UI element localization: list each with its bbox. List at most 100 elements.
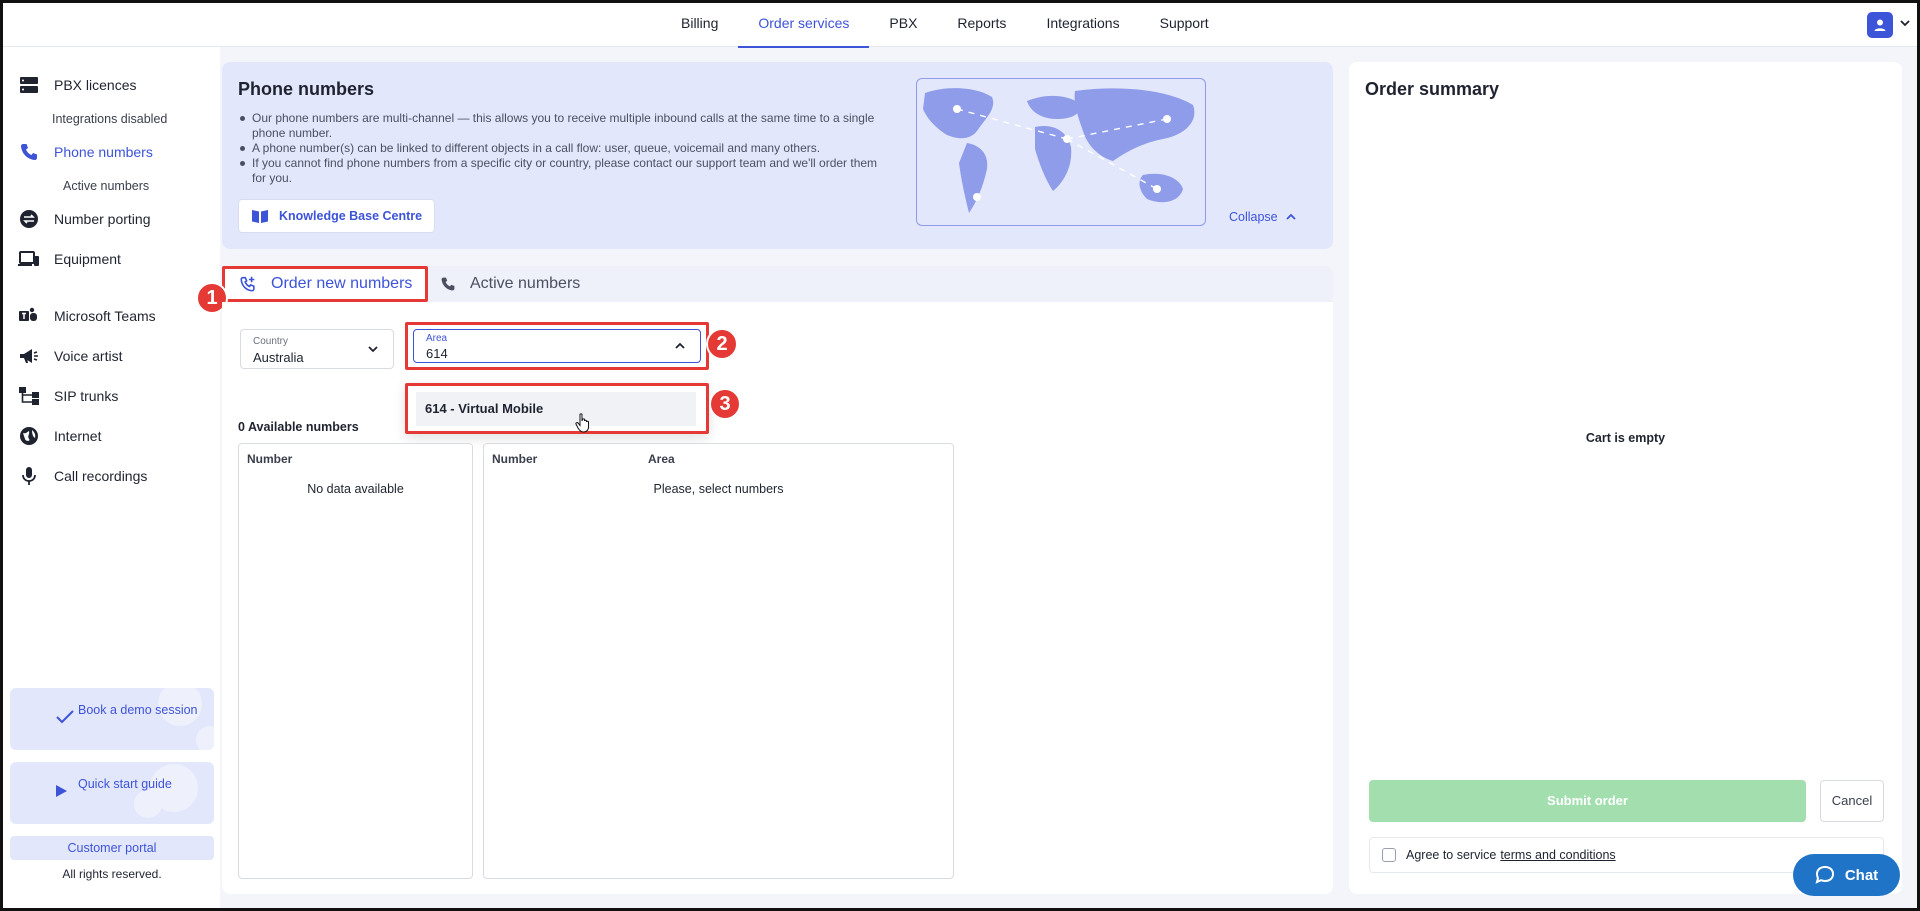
tab-active-numbers[interactable]: Active numbers xyxy=(440,266,580,302)
book-icon xyxy=(252,210,268,223)
info-bullet: Our phone numbers are multi-channel — th… xyxy=(238,111,888,141)
book-demo-card[interactable]: Book a demo session xyxy=(10,688,214,750)
book-demo-label: Book a demo session xyxy=(78,703,198,717)
sidebar-item-internet[interactable]: Internet xyxy=(18,425,101,447)
sidebar-item-label: Call recordings xyxy=(54,468,148,484)
tab-label: Order new numbers xyxy=(271,275,413,292)
chat-label: Chat xyxy=(1844,866,1879,884)
chevron-down-icon xyxy=(368,346,378,353)
chevron-up-icon xyxy=(1286,213,1296,220)
world-map-image xyxy=(916,78,1206,226)
chat-bubble-icon xyxy=(1815,865,1834,884)
phone-add-icon xyxy=(240,276,255,292)
table-header-number: Number xyxy=(247,452,293,466)
quick-start-card[interactable]: Quick start guide xyxy=(10,762,214,824)
user-avatar-button[interactable] xyxy=(1867,12,1893,38)
sidebar: PBX licences Integrations disabled Phone… xyxy=(3,47,220,908)
country-select[interactable]: Country Australia xyxy=(240,329,394,369)
order-summary-title: Order summary xyxy=(1365,79,1500,99)
table-header-area: Area xyxy=(648,452,675,466)
sidebar-item-label: Internet xyxy=(54,428,102,444)
check-icon xyxy=(56,710,74,724)
server-icon xyxy=(18,74,40,96)
nav-tab-order-services[interactable]: Order services xyxy=(738,3,870,48)
sidebar-sub-active-numbers[interactable]: Active numbers xyxy=(63,179,149,193)
available-numbers-count: 0 Available numbers xyxy=(238,420,359,434)
sidebar-item-equipment[interactable]: Equipment xyxy=(18,248,121,270)
sidebar-item-label: Voice artist xyxy=(54,348,123,364)
user-icon xyxy=(1874,19,1886,31)
area-dropdown: 614 - Virtual Mobile xyxy=(405,383,709,434)
area-option[interactable]: 614 - Virtual Mobile xyxy=(416,392,696,426)
table-empty-text: No data available xyxy=(307,482,404,496)
sidebar-item-label: Equipment xyxy=(54,251,121,267)
sidebar-item-label: Number porting xyxy=(54,211,151,227)
collapse-button[interactable]: Collapse xyxy=(1229,210,1296,224)
sidebar-item-call-recordings[interactable]: Call recordings xyxy=(18,465,147,487)
decorative-shape-icon xyxy=(158,688,214,750)
terms-prefix-text: Agree to service xyxy=(1406,848,1497,862)
sidebar-item-label: Phone numbers xyxy=(54,144,153,160)
nav-tab-integrations[interactable]: Integrations xyxy=(1026,3,1139,47)
sidebar-item-label: PBX licences xyxy=(54,77,137,93)
cart-empty-text: Cart is empty xyxy=(1585,431,1666,445)
nav-tab-billing[interactable]: Billing xyxy=(661,3,738,47)
area-value: 614 xyxy=(426,346,448,361)
annotation-badge-2: 2 xyxy=(706,328,738,360)
collapse-label: Collapse xyxy=(1229,210,1278,224)
globe-icon xyxy=(18,425,40,447)
chevron-down-icon[interactable] xyxy=(1899,17,1911,29)
sidebar-item-microsoft-teams[interactable]: Microsoft Teams xyxy=(18,305,156,327)
sidebar-item-phone-numbers[interactable]: Phone numbers xyxy=(18,141,153,163)
available-numbers-table: Number No data available xyxy=(238,443,473,879)
hand-cursor-icon xyxy=(575,413,589,433)
number-tabs: Order new numbers Active numbers xyxy=(222,266,1333,302)
page-title: Phone numbers xyxy=(238,79,375,99)
country-value: Australia xyxy=(253,350,304,365)
area-label: Area xyxy=(426,333,448,344)
terms-checkbox[interactable] xyxy=(1382,848,1396,862)
megaphone-icon xyxy=(18,345,40,367)
transfer-icon xyxy=(18,208,40,230)
knowledge-base-button[interactable]: Knowledge Base Centre xyxy=(238,199,436,233)
selected-numbers-table: Number Area Please, select numbers xyxy=(483,443,954,879)
sidebar-item-label: SIP trunks xyxy=(54,388,119,404)
info-bullets: Our phone numbers are multi-channel — th… xyxy=(238,111,888,186)
tab-label: Active numbers xyxy=(470,275,581,292)
order-summary-panel: Order summary Cart is empty Submit order… xyxy=(1349,62,1902,894)
nav-tab-reports[interactable]: Reports xyxy=(937,3,1026,47)
knowledge-base-label: Knowledge Base Centre xyxy=(279,209,423,223)
table-empty-text: Please, select numbers xyxy=(653,482,784,496)
sidebar-item-number-porting[interactable]: Number porting xyxy=(18,208,151,230)
info-bullet: If you cannot find phone numbers from a … xyxy=(238,156,888,186)
tab-order-new-numbers[interactable]: Order new numbers xyxy=(222,266,428,302)
customer-portal-link[interactable]: Customer portal xyxy=(10,836,214,860)
phone-icon xyxy=(441,277,455,291)
network-icon xyxy=(18,385,40,407)
sidebar-item-pbx-licences[interactable]: PBX licences xyxy=(18,74,136,96)
table-header-number: Number xyxy=(492,452,538,466)
teams-icon xyxy=(18,305,40,327)
decorative-bubble-icon xyxy=(134,764,198,818)
nav-tabs: Billing Order services PBX Reports Integ… xyxy=(661,3,1229,48)
devices-icon xyxy=(18,248,40,270)
chat-button[interactable]: Chat xyxy=(1793,854,1900,896)
terms-link[interactable]: terms and conditions xyxy=(1500,848,1615,862)
area-select[interactable]: Area 614 xyxy=(413,329,701,363)
sidebar-item-sip-trunks[interactable]: SIP trunks xyxy=(18,385,118,407)
nav-tab-support[interactable]: Support xyxy=(1140,3,1229,47)
area-select-highlight: Area 614 xyxy=(405,322,709,370)
country-label: Country xyxy=(253,336,289,347)
play-icon xyxy=(56,785,67,797)
submit-order-button[interactable]: Submit order xyxy=(1369,780,1806,822)
sidebar-item-voice-artist[interactable]: Voice artist xyxy=(18,345,122,367)
cancel-button[interactable]: Cancel xyxy=(1820,780,1884,822)
chevron-up-icon xyxy=(675,342,685,349)
quick-start-label: Quick start guide xyxy=(78,777,172,791)
top-navigation: Billing Order services PBX Reports Integ… xyxy=(3,3,1917,48)
microphone-icon xyxy=(18,465,40,487)
phone-numbers-info-card: Phone numbers Our phone numbers are mult… xyxy=(222,62,1333,249)
sidebar-item-label: Microsoft Teams xyxy=(54,308,156,324)
sidebar-sub-integrations-disabled[interactable]: Integrations disabled xyxy=(52,112,167,126)
nav-tab-pbx[interactable]: PBX xyxy=(869,3,937,47)
